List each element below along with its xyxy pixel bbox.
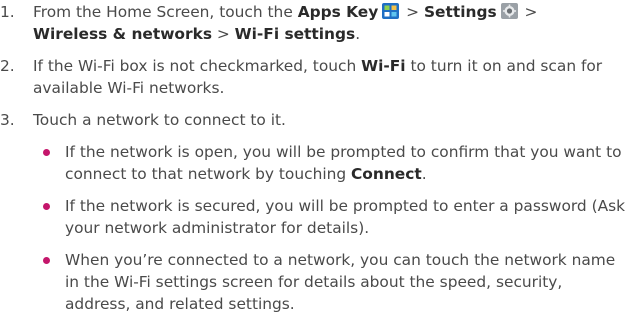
wifi-settings-label: Wi-Fi settings [234,25,356,43]
instruction-list: 1. From the Home Screen, touch the Apps … [0,1,638,315]
settings-label: Settings [423,3,497,21]
bullet-dot-icon [43,149,50,156]
step-number: 3. [0,111,15,129]
bullet-item-secured-network: If the network is secured, you will be p… [33,195,632,239]
step-text-segment: If the Wi-Fi box is not checkmarked, tou… [33,57,362,75]
step-text-segment: > [401,3,424,21]
step-text: From the Home Screen, touch the Apps Key… [33,3,537,43]
step-2: 2. If the Wi-Fi box is not checkmarked, … [0,55,638,99]
step-3: 3. Touch a network to connect to it. If … [0,109,638,315]
wifi-label: Wi-Fi [361,57,406,75]
bullet-item-open-network: If the network is open, you will be prom… [33,141,632,185]
apps-key-label: Apps Key [297,3,379,21]
step-text: Touch a network to connect to it. [33,111,286,129]
step-text-segment: . [355,25,361,43]
step-3-bullets: If the network is open, you will be prom… [33,141,632,315]
bullet-dot-icon [43,203,50,210]
step-1: 1. From the Home Screen, touch the Apps … [0,1,638,45]
settings-gear-icon [500,3,518,19]
step-number: 1. [0,3,15,21]
connect-label: Connect [351,165,422,183]
bullet-text: If the network is open, you will be prom… [65,143,622,183]
step-text: If the Wi-Fi box is not checkmarked, tou… [33,57,602,97]
bullet-dot-icon [43,257,50,264]
step-text-segment: > [519,3,538,21]
bullet-item-connected-network: When you’re connected to a network, you … [33,249,632,315]
wireless-networks-label: Wireless & networks [33,25,212,43]
step-text-segment: From the Home Screen, touch the [33,3,298,21]
step-text-segment: > [211,25,235,43]
bullet-text: When you’re connected to a network, you … [65,251,616,313]
bullet-text: . [421,165,427,183]
bullet-text: If the network is secured, you will be p… [65,197,626,237]
apps-key-icon [382,3,400,19]
step-number: 2. [0,57,15,75]
